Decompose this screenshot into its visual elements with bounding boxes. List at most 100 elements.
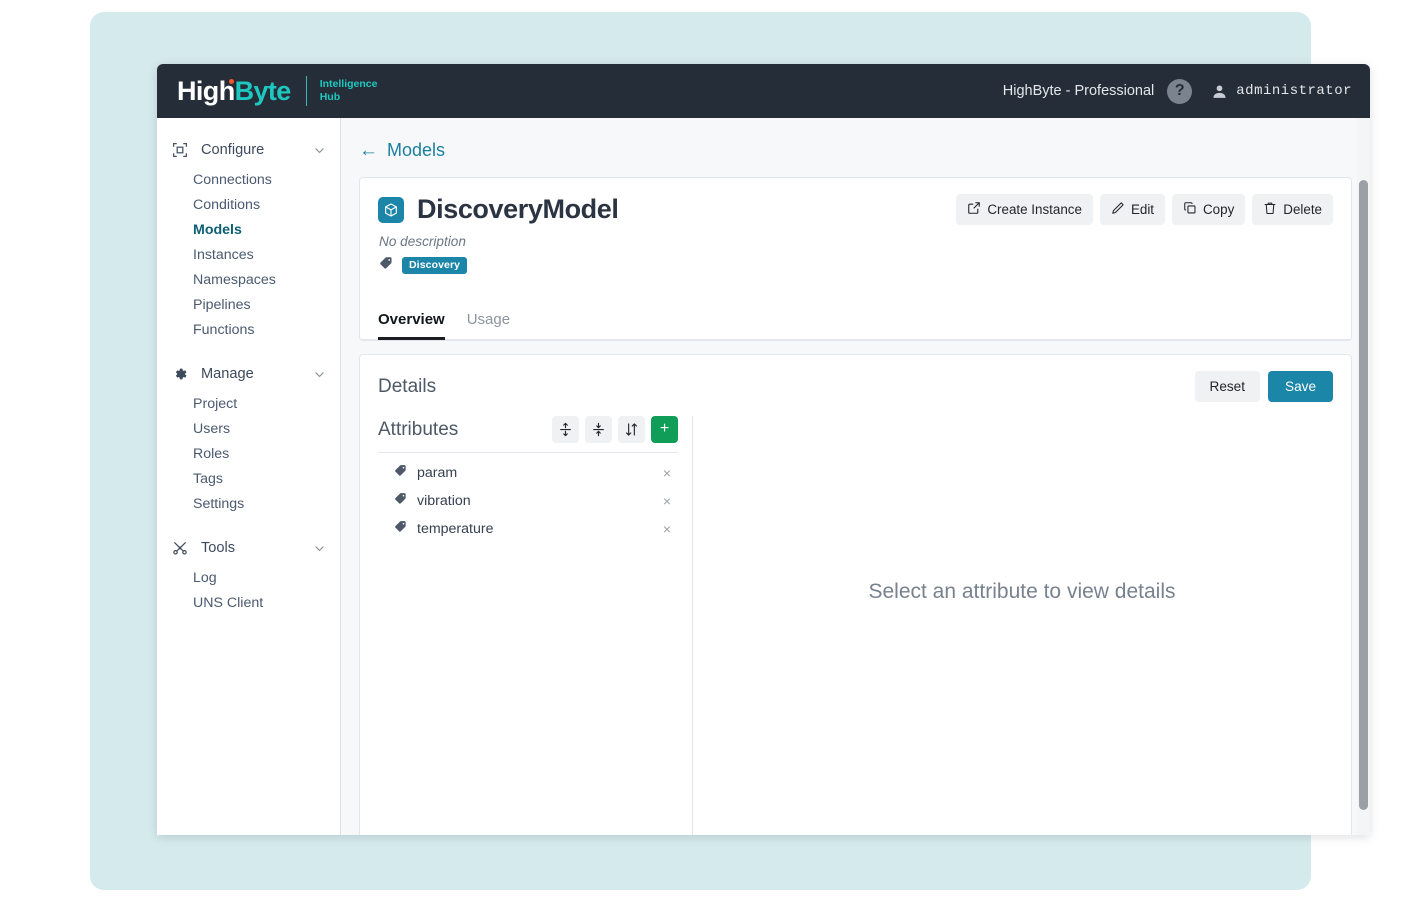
brand-subtitle-line2: Hub bbox=[320, 91, 378, 104]
add-icon: + bbox=[660, 421, 669, 437]
back-arrow-icon: ← bbox=[359, 141, 378, 160]
create-instance-button[interactable]: Create Instance bbox=[956, 194, 1093, 225]
attribute-name: param bbox=[417, 465, 650, 481]
brand-subtitle: Intelligence Hub bbox=[320, 78, 378, 104]
empty-state-message: Select an attribute to view details bbox=[868, 580, 1175, 604]
brand-high-text: High bbox=[177, 76, 235, 106]
sidebar-group-label: Manage bbox=[201, 366, 313, 382]
brand-subtitle-line1: Intelligence bbox=[320, 78, 378, 91]
sidebar-item-roles[interactable]: Roles bbox=[157, 442, 340, 467]
sidebar-item-uns-client[interactable]: UNS Client bbox=[157, 591, 340, 616]
cube-icon bbox=[378, 197, 404, 223]
details-card: Details Reset Save Attributes bbox=[359, 354, 1352, 835]
person-icon bbox=[1211, 83, 1228, 100]
sidebar-group-label: Tools bbox=[201, 540, 313, 556]
sidebar-item-conditions[interactable]: Conditions bbox=[157, 193, 340, 218]
attributes-title: Attributes bbox=[378, 419, 458, 441]
brand-dot-icon bbox=[229, 79, 234, 84]
pencil-icon bbox=[1111, 201, 1125, 218]
scrollbar-thumb[interactable] bbox=[1359, 180, 1368, 810]
page-title: DiscoveryModel bbox=[417, 194, 618, 225]
edit-button[interactable]: Edit bbox=[1100, 194, 1165, 225]
sidebar-spacer-2 bbox=[157, 517, 340, 530]
sidebar-group-tools[interactable]: Tools bbox=[157, 530, 340, 566]
copy-label: Copy bbox=[1203, 202, 1234, 217]
sidebar-item-connections[interactable]: Connections bbox=[157, 168, 340, 193]
model-description: No description bbox=[379, 234, 1333, 249]
sidebar-item-models[interactable]: Models bbox=[157, 218, 340, 243]
brand-logo[interactable]: HighByte Intelligence Hub bbox=[177, 76, 377, 106]
attribute-name: vibration bbox=[417, 493, 650, 509]
app-body: Configure Connections Conditions Models … bbox=[157, 118, 1370, 835]
tag-icon bbox=[379, 256, 393, 275]
details-header: Details Reset Save bbox=[360, 355, 1351, 402]
sidebar-item-tags[interactable]: Tags bbox=[157, 467, 340, 492]
chevron-down-icon bbox=[313, 144, 326, 157]
remove-attribute-icon[interactable]: × bbox=[660, 465, 674, 481]
details-title: Details bbox=[378, 376, 436, 398]
sidebar-group-manage[interactable]: Manage bbox=[157, 356, 340, 392]
top-bar-right: HighByte - Professional ? administrator bbox=[1003, 79, 1352, 104]
remove-attribute-icon[interactable]: × bbox=[660, 493, 674, 509]
edit-label: Edit bbox=[1131, 202, 1154, 217]
license-label: HighByte - Professional bbox=[1003, 83, 1155, 99]
attributes-panel: Attributes bbox=[360, 416, 693, 835]
create-instance-label: Create Instance bbox=[987, 202, 1082, 217]
sidebar-item-log[interactable]: Log bbox=[157, 566, 340, 591]
sidebar-group-configure[interactable]: Configure bbox=[157, 132, 340, 168]
add-attribute-button[interactable]: + bbox=[651, 416, 678, 443]
app-window: HighByte Intelligence Hub HighByte - Pro… bbox=[157, 64, 1370, 835]
help-icon[interactable]: ? bbox=[1167, 79, 1192, 104]
external-link-icon bbox=[967, 201, 981, 218]
sidebar-item-settings[interactable]: Settings bbox=[157, 492, 340, 517]
list-item[interactable]: temperature × bbox=[378, 515, 678, 543]
list-item[interactable]: param × bbox=[378, 459, 678, 487]
screenshot-root: HighByte Intelligence Hub HighByte - Pro… bbox=[0, 0, 1414, 905]
chevron-down-icon bbox=[313, 542, 326, 555]
sidebar-item-pipelines[interactable]: Pipelines bbox=[157, 293, 340, 318]
delete-label: Delete bbox=[1283, 202, 1322, 217]
sidebar-group-label: Configure bbox=[201, 142, 313, 158]
tab-usage[interactable]: Usage bbox=[467, 311, 510, 340]
breadcrumb[interactable]: ← Models bbox=[341, 118, 1370, 161]
sidebar-item-instances[interactable]: Instances bbox=[157, 243, 340, 268]
model-header-inner: DiscoveryModel No description Discovery bbox=[360, 178, 1351, 275]
chevron-down-icon bbox=[313, 368, 326, 381]
expand-all-icon[interactable] bbox=[552, 416, 579, 443]
list-item[interactable]: vibration × bbox=[378, 487, 678, 515]
delete-button[interactable]: Delete bbox=[1252, 194, 1333, 225]
user-menu[interactable]: administrator bbox=[1211, 83, 1352, 100]
attributes-list: param × vibration bbox=[378, 452, 678, 543]
collapse-all-icon[interactable] bbox=[585, 416, 612, 443]
sidebar-item-namespaces[interactable]: Namespaces bbox=[157, 268, 340, 293]
model-header-card: DiscoveryModel No description Discovery bbox=[359, 177, 1352, 341]
sidebar: Configure Connections Conditions Models … bbox=[157, 118, 341, 835]
save-button[interactable]: Save bbox=[1268, 371, 1333, 402]
sidebar-item-functions[interactable]: Functions bbox=[157, 318, 340, 343]
sidebar-item-project[interactable]: Project bbox=[157, 392, 340, 417]
sidebar-item-users[interactable]: Users bbox=[157, 417, 340, 442]
remove-attribute-icon[interactable]: × bbox=[660, 521, 674, 537]
details-body: Attributes bbox=[360, 416, 1351, 835]
tag-icon bbox=[394, 492, 407, 510]
sidebar-spacer-1 bbox=[157, 343, 340, 356]
breadcrumb-label: Models bbox=[387, 140, 445, 161]
tag-icon bbox=[394, 464, 407, 482]
sort-icon[interactable] bbox=[618, 416, 645, 443]
main-content: ← Models DiscoveryMod bbox=[341, 118, 1370, 835]
tab-overview[interactable]: Overview bbox=[378, 311, 445, 340]
details-actions: Reset Save bbox=[1195, 371, 1334, 402]
copy-button[interactable]: Copy bbox=[1172, 194, 1245, 225]
attributes-header: Attributes bbox=[378, 416, 678, 452]
scrollbar-track[interactable] bbox=[1357, 118, 1370, 835]
model-actions: Create Instance Edit bbox=[956, 194, 1333, 225]
tools-icon bbox=[170, 540, 190, 556]
user-name-label: administrator bbox=[1236, 83, 1352, 99]
status-badge[interactable]: Discovery bbox=[402, 257, 467, 274]
brand-divider bbox=[306, 76, 307, 106]
tag-icon bbox=[394, 520, 407, 538]
attributes-toolbar: + bbox=[552, 416, 678, 443]
attribute-name: temperature bbox=[417, 521, 650, 537]
reset-button[interactable]: Reset bbox=[1195, 371, 1261, 402]
brand-wordmark: HighByte bbox=[177, 78, 291, 105]
